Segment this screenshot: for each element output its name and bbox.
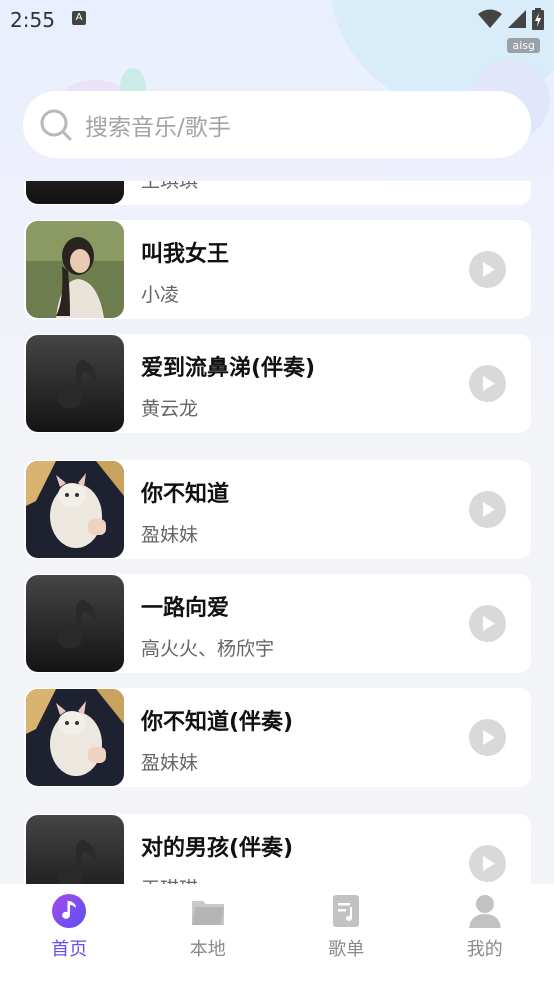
play-button[interactable]: [469, 605, 506, 642]
nav-local[interactable]: 本地: [139, 884, 278, 984]
play-button[interactable]: [469, 251, 506, 288]
wifi-icon: [478, 9, 502, 28]
song-title: 对的男孩(伴奏): [141, 836, 294, 861]
song-item[interactable]: 爱到流鼻涕(伴奏) 黄云龙: [24, 334, 531, 433]
nav-mine[interactable]: 我的: [416, 884, 554, 984]
playlist-icon: [333, 895, 360, 927]
search-placeholder: 搜索音乐/歌手: [85, 114, 231, 141]
song-item[interactable]: 你不知道 盈妹妹: [24, 460, 531, 559]
status-bar: 2:55 A: [0, 0, 554, 40]
play-button[interactable]: [469, 491, 506, 528]
song-artist: 王琪琪: [141, 874, 198, 884]
play-button[interactable]: [469, 719, 506, 756]
song-artist: 黄云龙: [141, 398, 199, 420]
song-list[interactable]: 王琪琪 叫我女王 小凌 爱到流鼻涕(伴奏) 黄云龙 你不知道 盈妹妹 一路向爱 …: [0, 181, 554, 884]
nav-label: 我的: [466, 939, 503, 960]
song-item[interactable]: 对的男孩(伴奏) 王琪琪: [24, 814, 531, 884]
song-title: 叫我女王: [141, 242, 230, 267]
song-artist: 盈妹妹: [141, 524, 199, 546]
bottom-nav: 首页 本地 歌单 我的: [0, 884, 554, 984]
nav-label: 首页: [51, 939, 88, 960]
signal-icon: [508, 10, 526, 28]
search-input[interactable]: 搜索音乐/歌手: [23, 91, 531, 158]
song-title: 你不知道: [141, 482, 230, 507]
album-cover: [26, 221, 124, 318]
song-item[interactable]: 王琪琪: [24, 181, 531, 205]
song-title: 你不知道(伴奏): [141, 710, 294, 735]
play-button[interactable]: [469, 365, 506, 402]
user-icon: [468, 895, 501, 928]
song-item[interactable]: 一路向爱 高火火、杨欣宇: [24, 574, 531, 673]
song-item[interactable]: 叫我女王 小凌: [24, 220, 531, 319]
status-time: 2:55: [10, 8, 55, 32]
watermark-badge: aisg: [507, 38, 540, 53]
battery-icon: [532, 8, 544, 30]
album-cover: [26, 335, 124, 432]
album-cover: [26, 181, 124, 204]
nav-label: 本地: [189, 939, 226, 960]
search-icon: [40, 109, 72, 140]
album-cover: [26, 461, 124, 558]
nav-label: 歌单: [328, 939, 365, 960]
song-artist: 高火火、杨欣宇: [141, 638, 275, 660]
status-icons: [478, 8, 544, 30]
album-cover: [26, 815, 124, 884]
song-title: 一路向爱: [141, 596, 230, 621]
song-title: 爱到流鼻涕(伴奏): [141, 356, 316, 381]
song-artist: 盈妹妹: [141, 752, 199, 774]
folder-icon: [191, 901, 224, 925]
song-artist: 王琪琪: [141, 181, 199, 192]
album-cover: [26, 575, 124, 672]
nav-home[interactable]: 首页: [0, 884, 139, 984]
song-artist: 小凌: [141, 284, 180, 306]
music-note-icon: [52, 894, 87, 928]
notification-a-icon: A: [72, 11, 86, 25]
album-cover: [26, 689, 124, 786]
nav-playlist[interactable]: 歌单: [277, 884, 416, 984]
song-item[interactable]: 你不知道(伴奏) 盈妹妹: [24, 688, 531, 787]
play-button[interactable]: [469, 845, 506, 882]
